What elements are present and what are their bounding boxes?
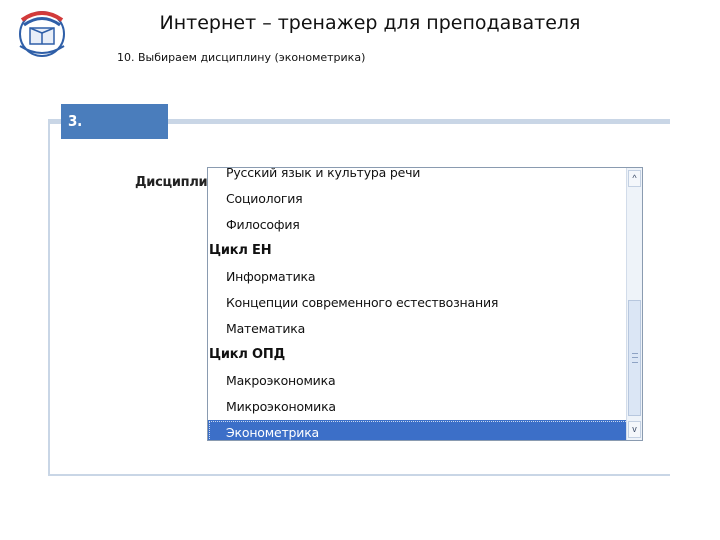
scroll-down-button[interactable]: v	[628, 421, 641, 438]
chevron-down-icon: v	[632, 424, 637, 434]
page-title: Интернет – тренажер для преподавателя	[159, 12, 581, 34]
list-item[interactable]: Русский язык и культура речи	[208, 168, 629, 186]
list-item[interactable]: Эконометрика	[208, 420, 629, 440]
list-item[interactable]: Социология	[208, 186, 629, 212]
list-item[interactable]: Информатика	[208, 264, 629, 290]
university-logo	[12, 6, 72, 58]
step-instruction: 10. Выбираем дисциплину (эконометрика)	[117, 51, 366, 64]
scroll-up-button[interactable]: ^	[628, 170, 641, 187]
list-group-header: Цикл ОПД	[209, 347, 285, 362]
list-item[interactable]: Математика	[208, 316, 629, 342]
list-group-header: Цикл ЕН	[209, 243, 272, 258]
section-tab-discipline: 3. Дисциплина	[61, 104, 168, 165]
list-item[interactable]: Макроэкономика	[208, 368, 629, 394]
list-item[interactable]: Философия	[208, 212, 629, 238]
list-item[interactable]: Концепции современного естествознания	[208, 290, 629, 316]
grip-icon	[632, 353, 638, 363]
discipline-listbox[interactable]: Русский язык и культура речи Социология Фи…	[207, 167, 643, 441]
scrollbar-thumb[interactable]	[628, 300, 641, 416]
chevron-up-icon: ^	[632, 173, 637, 183]
list-item[interactable]: Микроэкономика	[208, 394, 629, 420]
discipline-list[interactable]: Русский язык и культура речи Социология Фи…	[208, 168, 629, 440]
listbox-scrollbar[interactable]: ^ v	[626, 168, 642, 440]
